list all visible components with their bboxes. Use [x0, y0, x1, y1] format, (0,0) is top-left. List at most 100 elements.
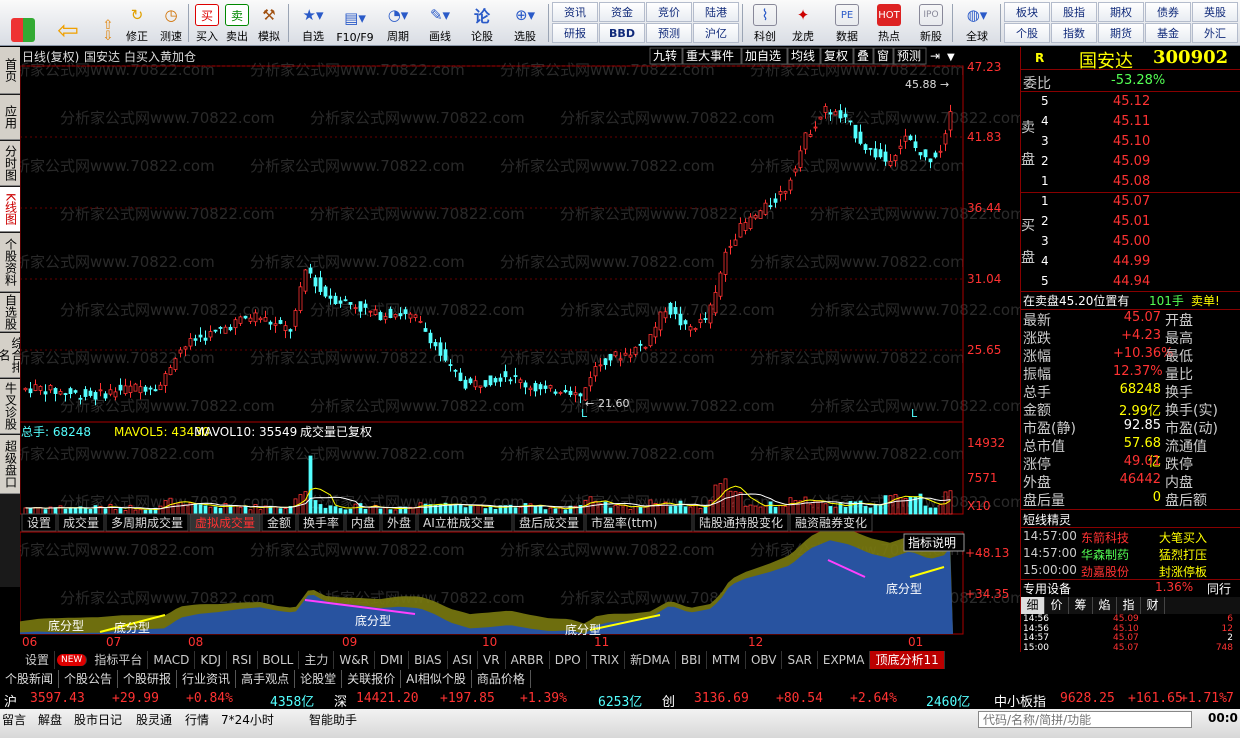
- toolbar-link-1-3[interactable]: 沪亿: [693, 23, 739, 43]
- news-tab-6[interactable]: 关联报价: [342, 670, 402, 688]
- indicator-tab-2[interactable]: 指标平台: [89, 651, 149, 669]
- toolbar-market-0-3[interactable]: 债券: [1145, 2, 1191, 22]
- indicator-tab-1[interactable]: NEW: [57, 654, 88, 666]
- status-item-4[interactable]: 行情: [185, 711, 209, 728]
- buy-price-3[interactable]: 44.99: [1113, 254, 1150, 269]
- sell-price-4[interactable]: 45.08: [1113, 174, 1150, 189]
- ipo-button[interactable]: IPO 新股: [914, 2, 948, 44]
- toolbar-market-0-0[interactable]: 板块: [1004, 2, 1050, 22]
- status-item-3[interactable]: 股灵通: [136, 711, 172, 728]
- toolbar-link-1-2[interactable]: 预测: [646, 23, 692, 43]
- search-input[interactable]: [978, 711, 1192, 728]
- news-tab-5[interactable]: 论股堂: [295, 670, 343, 688]
- toolbar-market-1-1[interactable]: 指数: [1051, 23, 1097, 43]
- indicator-tab-20[interactable]: SAR: [782, 651, 818, 669]
- news-tab-0[interactable]: 个股新闻: [0, 670, 60, 688]
- watchlist-button[interactable]: ★▾ 自选: [292, 2, 334, 44]
- buy-button[interactable]: 买买入: [190, 2, 224, 44]
- sell-price-2[interactable]: 45.10: [1113, 134, 1150, 149]
- pin-icon[interactable]: ⇥: [930, 49, 940, 63]
- news-tab-4[interactable]: 高手观点: [236, 670, 296, 688]
- toolbar-link-1-0[interactable]: 研报: [552, 23, 598, 43]
- toolbar-market-0-2[interactable]: 期权: [1098, 2, 1144, 22]
- indicator-tab-17[interactable]: BBI: [676, 651, 707, 669]
- left-tab-5[interactable]: 自选股: [0, 293, 20, 332]
- left-tab-6[interactable]: 综合排名: [0, 333, 24, 378]
- buy-price-0[interactable]: 45.07: [1113, 194, 1150, 209]
- toolbar-market-1-4[interactable]: 外汇: [1192, 23, 1238, 43]
- indicator-tab-19[interactable]: OBV: [746, 651, 783, 669]
- up-down-button[interactable]: ⇧ ⇩: [94, 2, 122, 44]
- f10-button[interactable]: ▤▾ F10/F9: [334, 2, 376, 44]
- status-item-6[interactable]: 智能助手: [309, 711, 357, 728]
- left-tab-2[interactable]: 分时图: [0, 141, 20, 186]
- status-item-0[interactable]: 留言: [2, 711, 26, 728]
- left-tab-0[interactable]: 首页: [0, 47, 20, 94]
- indicator-tab-8[interactable]: W&R: [334, 651, 375, 669]
- indicator-tab-9[interactable]: DMI: [375, 651, 410, 669]
- indicator-tab-12[interactable]: VR: [478, 651, 506, 669]
- data-button[interactable]: PE 数据: [830, 2, 864, 44]
- news-tab-3[interactable]: 行业资讯: [177, 670, 237, 688]
- sell-price-1[interactable]: 45.11: [1113, 114, 1150, 129]
- discuss-button[interactable]: 论论股: [464, 2, 500, 44]
- status-item-1[interactable]: 解盘: [38, 711, 62, 728]
- indicator-tab-11[interactable]: ASI: [448, 651, 479, 669]
- indicator-tab-10[interactable]: BIAS: [409, 651, 448, 669]
- draw-button[interactable]: ✎▾ 画线: [420, 2, 460, 44]
- kechuang-button[interactable]: ⌇ 科创: [748, 2, 782, 44]
- indicator-tab-16[interactable]: 新DMA: [625, 651, 676, 669]
- toolbar-market-0-1[interactable]: 股指: [1051, 2, 1097, 22]
- indicator-tab-18[interactable]: MTM: [707, 651, 746, 669]
- toolbar-market-0-4[interactable]: 英股: [1192, 2, 1238, 22]
- global-button[interactable]: ◍▾ 全球: [956, 2, 998, 44]
- back-button[interactable]: ⇦: [48, 2, 88, 46]
- period-button[interactable]: ◔▾ 周期: [378, 2, 418, 44]
- status-item-2[interactable]: 股市日记: [74, 711, 122, 728]
- left-tab-4[interactable]: 个股资料: [0, 233, 20, 292]
- pick-stock-button[interactable]: ⊕▾ 选股: [504, 2, 546, 44]
- news-tab-2[interactable]: 个股研报: [118, 670, 178, 688]
- indicator-tab-13[interactable]: ARBR: [506, 651, 550, 669]
- status-item-5[interactable]: 7*24小时: [221, 711, 274, 728]
- dragon-button[interactable]: ✦ 龙虎: [786, 2, 820, 44]
- left-tab-1[interactable]: 应用: [0, 95, 20, 140]
- toolbar-market-1-0[interactable]: 个股: [1004, 23, 1050, 43]
- cy-value[interactable]: 3136.69: [694, 691, 749, 706]
- toolbar-link-0-1[interactable]: 资金: [599, 2, 645, 22]
- news-tab-8[interactable]: 商品价格: [472, 670, 531, 688]
- toolbar-link-1-1[interactable]: BBD: [599, 23, 645, 43]
- sell-price-0[interactable]: 45.12: [1113, 94, 1150, 109]
- indicator-tab-0[interactable]: 设置: [20, 651, 56, 669]
- short-stock-1[interactable]: 华森制药: [1081, 546, 1129, 563]
- indicator-tab-4[interactable]: KDJ: [195, 651, 227, 669]
- speed-button[interactable]: ◷ 测速: [154, 2, 188, 44]
- indicator-tab-15[interactable]: TRIX: [587, 651, 626, 669]
- left-tab-7[interactable]: 牛叉诊股: [0, 379, 20, 434]
- buy-price-1[interactable]: 45.01: [1113, 214, 1150, 229]
- indicator-tab-6[interactable]: BOLL: [258, 651, 300, 669]
- indicator-tab-7[interactable]: 主力: [299, 651, 335, 669]
- toolbar-market-1-3[interactable]: 基金: [1145, 23, 1191, 43]
- toolbar-link-0-0[interactable]: 资讯: [552, 2, 598, 22]
- dropdown-icon[interactable]: ▼: [947, 52, 955, 63]
- indicator-tab-21[interactable]: EXPMA: [818, 651, 871, 669]
- indicator-tab-22[interactable]: 顶底分析11: [870, 651, 945, 669]
- left-tab-3[interactable]: K线图: [0, 187, 20, 232]
- indicator-tab-5[interactable]: RSI: [227, 651, 258, 669]
- toolbar-link-0-2[interactable]: 竞价: [646, 2, 692, 22]
- fix-button[interactable]: ↻ 修正: [120, 2, 154, 44]
- sz-value[interactable]: 14421.20: [356, 691, 419, 706]
- buy-price-4[interactable]: 44.94: [1113, 274, 1150, 289]
- windows-button[interactable]: [4, 2, 42, 44]
- simulate-button[interactable]: ⚒ 模拟: [252, 2, 286, 44]
- hot-button[interactable]: HOT 热点: [872, 2, 906, 44]
- indicator-tab-14[interactable]: DPO: [550, 651, 587, 669]
- news-tab-1[interactable]: 个股公告: [59, 670, 119, 688]
- toolbar-market-1-2[interactable]: 期货: [1098, 23, 1144, 43]
- indicator-tab-3[interactable]: MACD: [148, 651, 196, 669]
- short-stock-2[interactable]: 劲嘉股份: [1081, 563, 1129, 580]
- left-tab-8[interactable]: 超级盘口: [0, 435, 20, 494]
- sell-button[interactable]: 卖卖出: [220, 2, 254, 44]
- sell-price-3[interactable]: 45.09: [1113, 154, 1150, 169]
